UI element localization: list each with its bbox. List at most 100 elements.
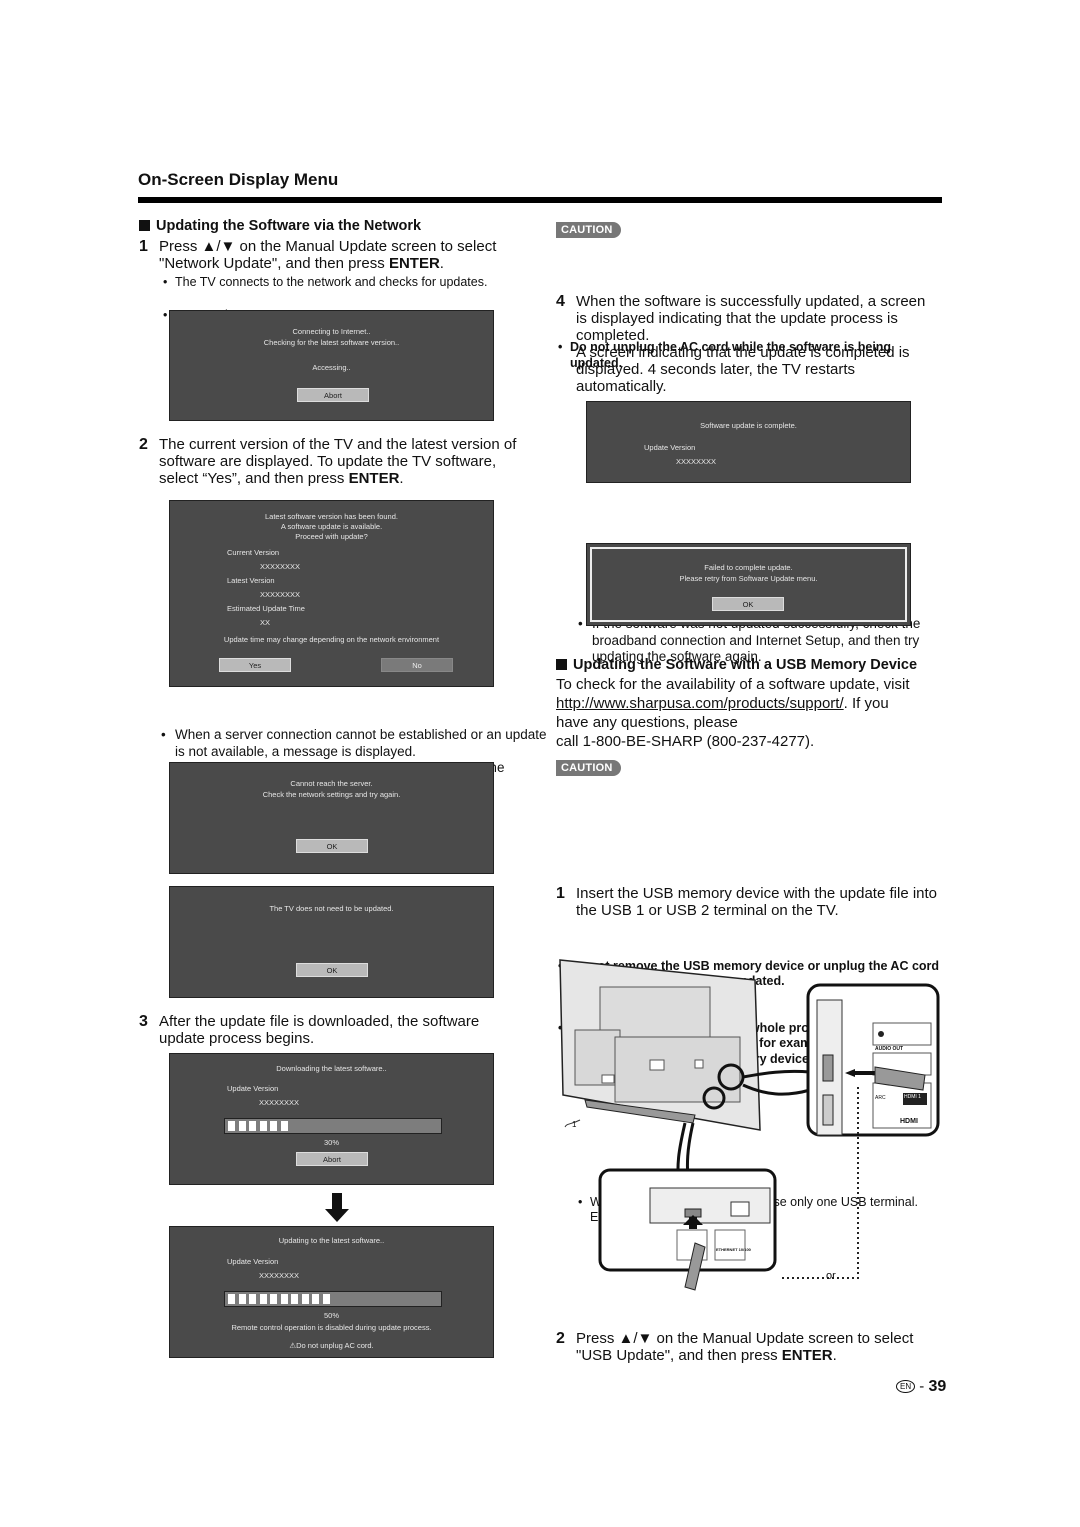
bullet-text: When a server connection cannot be estab…: [175, 727, 547, 759]
progress-segment: [280, 1121, 288, 1131]
page-number: EN - 39: [896, 1378, 946, 1396]
square-bullet-icon: [556, 659, 567, 670]
progress-segment: [249, 1121, 256, 1131]
hdmi1-label: HDMI 1: [904, 1094, 921, 1100]
step-text-end: .: [439, 255, 444, 272]
download-progress-bar: [224, 1118, 442, 1134]
step-text: After the update file is downloaded, the…: [159, 1013, 480, 1047]
step-text: Press ▲/▼ on the Manual Update screen to…: [576, 1330, 914, 1364]
usb-step-1: 1 Insert the USB memory device with the …: [556, 885, 941, 919]
warning-text: Do not unplug AC cord.: [296, 1341, 374, 1350]
osd-complete-screen: Software update is complete. Update Vers…: [586, 401, 911, 483]
progress-segment: [270, 1121, 277, 1131]
ok-button[interactable]: OK: [296, 963, 368, 977]
osd-update-found-screen: Latest software version has been found. …: [169, 500, 494, 687]
bullet-text: The TV connects to the network and check…: [175, 275, 488, 289]
latest-version-label: Latest Version: [227, 576, 275, 585]
osd-updating-screen: Updating to the latest software.. Update…: [169, 1226, 494, 1358]
or-label: or: [826, 1270, 836, 1282]
enter-key-label: ENTER: [348, 470, 400, 487]
osd-failed-screen: Failed to complete update. Please retry …: [590, 547, 907, 622]
abort-button[interactable]: Abort: [297, 388, 369, 402]
progress-percent: 50%: [323, 1311, 339, 1320]
network-section-heading: Updating the Software via the Network: [139, 218, 421, 234]
intro-text: To check for the availability of a softw…: [556, 676, 910, 693]
intro-text: . If you: [843, 695, 889, 712]
osd-text: Connecting to Internet..: [292, 327, 371, 336]
estimated-time-label: Estimated Update Time: [227, 604, 305, 613]
update-version-value: XXXXXXXX: [676, 457, 717, 466]
progress-segment: [291, 1294, 298, 1304]
latest-version-value: XXXXXXXX: [260, 590, 301, 599]
progress-segment: [259, 1294, 267, 1304]
step-number: 4: [556, 293, 565, 310]
caution-label: CAUTION: [556, 760, 621, 776]
osd-text: Cannot reach the server.: [290, 779, 373, 788]
step-number: 2: [139, 436, 148, 453]
osd-text: Downloading the latest software..: [276, 1064, 387, 1073]
heading-text: Updating the Software via the Network: [156, 218, 422, 234]
osd-text: Updating to the latest software..: [278, 1236, 385, 1245]
step-number: 1: [556, 885, 565, 902]
arc-label: ARC: [875, 1095, 886, 1101]
network-step-1: 1 Press ▲/▼ on the Manual Update screen …: [139, 238, 529, 272]
ok-button[interactable]: OK: [712, 597, 784, 611]
step-text-end: .: [832, 1347, 837, 1364]
update-version-label: Update Version: [644, 443, 696, 452]
ok-button[interactable]: OK: [296, 839, 368, 853]
usb-section-heading: Updating the Software with a USB Memory …: [556, 657, 917, 673]
current-version-label: Current Version: [227, 548, 280, 557]
progress-segment: [228, 1294, 235, 1304]
osd-status-text: Accessing..: [312, 363, 351, 372]
step-number: 2: [556, 1330, 565, 1347]
osd-note: Remote control operation is disabled dur…: [231, 1323, 432, 1332]
caution-label: CAUTION: [556, 222, 621, 238]
osd-text: The TV does not need to be updated.: [269, 904, 394, 913]
no-button[interactable]: No: [381, 658, 453, 672]
heading-text: Updating the Software with a USB Memory …: [573, 657, 918, 673]
usb-intro: To check for the availability of a softw…: [556, 675, 946, 751]
progress-segment: [280, 1294, 288, 1304]
osd-text: Please retry from Software Update menu.: [679, 574, 818, 583]
network-step-2: 2 The current version of the TV and the …: [139, 436, 529, 487]
osd-downloading-screen: Downloading the latest software.. Update…: [169, 1053, 494, 1185]
caution-badge: CAUTION: [556, 758, 621, 776]
caution-badge: CAUTION: [556, 220, 621, 238]
support-link[interactable]: http://www.sharpusa.com/products/support…: [556, 695, 844, 712]
ethernet-label: ETHERNET 10/100: [716, 1247, 751, 1252]
abort-button[interactable]: Abort: [296, 1152, 368, 1166]
step-text: A screen indicating that the update is c…: [576, 344, 910, 395]
tv-rear-illustration: [559, 959, 940, 1291]
hdmi-logo: HDMI: [900, 1118, 918, 1125]
yes-button[interactable]: Yes: [219, 658, 291, 672]
osd-text: A software update is available.: [280, 522, 383, 531]
osd-text: Software update is complete.: [700, 421, 797, 430]
progress-segment: [228, 1121, 235, 1131]
progress-segment: [312, 1294, 319, 1304]
osd-connecting-screen: Connecting to Internet.. Checking for th…: [169, 310, 494, 421]
progress-percent: 30%: [323, 1138, 339, 1147]
enter-key-label: ENTER: [388, 255, 440, 272]
step-number: 1: [139, 238, 148, 255]
step-number: 3: [139, 1013, 148, 1030]
bullet-connects: • The TV connects to the network and chec…: [163, 275, 488, 289]
phone-text: call 1-800-BE-SHARP (800-237-4277).: [556, 733, 815, 750]
usb-connection-diagram: AUDIO OUT ARC HDMI 1 HDMI ETHERNET 10/10…: [555, 955, 945, 1295]
osd-warning: ⚠Do not unplug AC cord.: [170, 1341, 493, 1350]
language-badge: EN: [896, 1380, 916, 1393]
update-version-label: Update Version: [227, 1084, 279, 1093]
update-progress-bar: [224, 1291, 442, 1307]
osd-cannot-reach-screen: Cannot reach the server. Check the netwo…: [169, 762, 494, 874]
osd-no-update-screen: The TV does not need to be updated. OK: [169, 886, 494, 998]
update-version-label: Update Version: [227, 1257, 279, 1266]
osd-text: Check the network settings and try again…: [262, 790, 401, 799]
progress-segment: [249, 1294, 256, 1304]
step-text: When the software is successfully update…: [576, 293, 926, 344]
current-version-value: XXXXXXXX: [260, 562, 301, 571]
page-number-value: 39: [928, 1378, 947, 1395]
usb-step-2: 2 Press ▲/▼ on the Manual Update screen …: [556, 1330, 946, 1364]
step-text: Insert the USB memory device with the up…: [576, 885, 938, 919]
osd-text: Proceed with update?: [295, 532, 368, 541]
callout-number: 1: [572, 1120, 577, 1129]
progress-segment: [238, 1294, 246, 1304]
